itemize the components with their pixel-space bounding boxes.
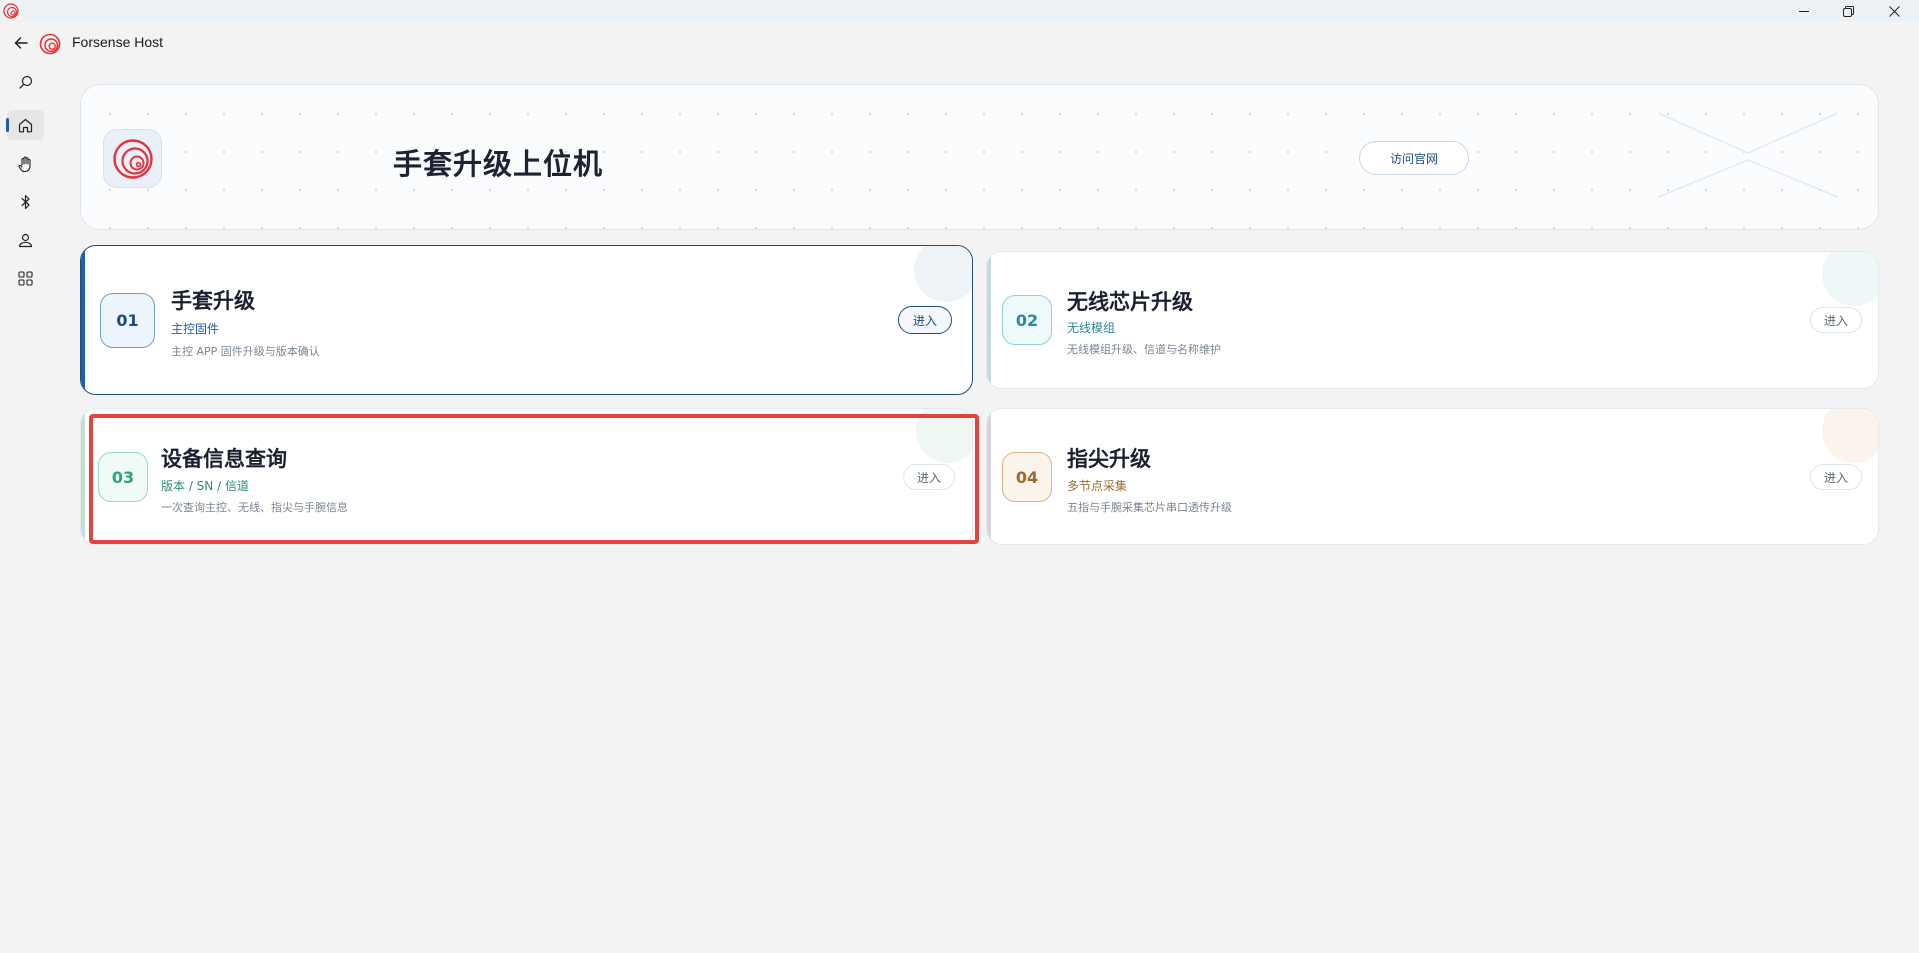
- close-button[interactable]: [1872, 0, 1916, 22]
- card-enter-button[interactable]: 进入: [898, 306, 952, 334]
- card-index-badge: 03: [98, 452, 148, 502]
- card-index-badge: 02: [1002, 295, 1052, 345]
- card-wireless-upgrade[interactable]: 02 无线芯片升级 无线模组 无线模组升级、信道与名称维护 进入: [986, 251, 1879, 389]
- back-arrow-icon: [14, 37, 28, 49]
- card-subtitle: 无线模组: [1067, 321, 1116, 335]
- nav-apps[interactable]: [7, 263, 44, 293]
- card-accent-bar: [81, 246, 85, 394]
- card-glove-upgrade[interactable]: 01 手套升级 主控固件 主控 APP 固件升级与版本确认 进入: [80, 245, 973, 395]
- card-title: 指尖升级: [1067, 447, 1151, 471]
- hand-icon: [17, 155, 31, 172]
- card-title: 设备信息查询: [161, 447, 287, 471]
- page-title: 手套升级上位机: [393, 147, 604, 181]
- card-accent-bar: [81, 409, 85, 544]
- nav-glove[interactable]: [7, 149, 44, 179]
- app-logo-icon: [3, 3, 19, 19]
- forsense-logo-icon: [112, 138, 153, 179]
- visit-website-button[interactable]: 访问官网: [1359, 141, 1469, 175]
- card-description: 五指与手腕采集芯片串口透传升级: [1067, 501, 1232, 514]
- app-header: Forsense Host: [0, 22, 1919, 64]
- card-enter-button[interactable]: 进入: [1810, 464, 1862, 490]
- card-subtitle: 多节点采集: [1067, 479, 1128, 493]
- hero-logo: [103, 129, 162, 188]
- card-fingertip-upgrade[interactable]: 04 指尖升级 多节点采集 五指与手腕采集芯片串口透传升级 进入: [986, 408, 1879, 545]
- card-description: 主控 APP 固件升级与版本确认: [171, 345, 320, 358]
- card-title: 无线芯片升级: [1067, 290, 1193, 314]
- restore-button[interactable]: [1826, 0, 1870, 22]
- card-accent-bar: [987, 409, 991, 544]
- hero-banner: 手套升级上位机 访问官网: [80, 84, 1879, 230]
- apps-grid-icon: [18, 270, 33, 286]
- nav-home[interactable]: [6, 110, 44, 140]
- card-corner-decoration: [914, 246, 972, 302]
- nav-search[interactable]: [7, 67, 44, 97]
- home-icon: [18, 118, 33, 132]
- card-subtitle: 版本 / SN / 信道: [161, 479, 249, 493]
- window-titlebar: [0, 0, 1919, 22]
- app-title: Forsense Host: [72, 34, 164, 50]
- card-index-badge: 04: [1002, 452, 1052, 502]
- card-enter-button[interactable]: 进入: [903, 464, 955, 490]
- bluetooth-icon: [20, 194, 30, 210]
- minimize-button[interactable]: [1782, 0, 1826, 22]
- card-corner-decoration: [1822, 252, 1878, 306]
- forsense-logo-icon: [39, 33, 61, 55]
- card-device-info[interactable]: 03 设备信息查询 版本 / SN / 信道 一次查询主控、无线、指尖与手腕信息…: [80, 408, 973, 545]
- card-corner-decoration: [1822, 409, 1878, 463]
- nav-account[interactable]: [7, 225, 44, 255]
- card-title: 手套升级: [171, 289, 255, 313]
- search-icon: [18, 75, 32, 89]
- card-enter-button[interactable]: 进入: [1810, 307, 1862, 333]
- card-description: 一次查询主控、无线、指尖与手腕信息: [161, 501, 348, 514]
- back-button[interactable]: [8, 30, 34, 56]
- card-corner-decoration: [916, 409, 972, 463]
- card-subtitle: 主控固件: [171, 322, 220, 336]
- hero-decoration-icon: [1658, 112, 1838, 198]
- card-index-badge: 01: [100, 293, 155, 348]
- user-icon: [18, 233, 33, 247]
- card-description: 无线模组升级、信道与名称维护: [1067, 343, 1221, 356]
- card-accent-bar: [987, 252, 991, 388]
- nav-bluetooth[interactable]: [7, 187, 44, 217]
